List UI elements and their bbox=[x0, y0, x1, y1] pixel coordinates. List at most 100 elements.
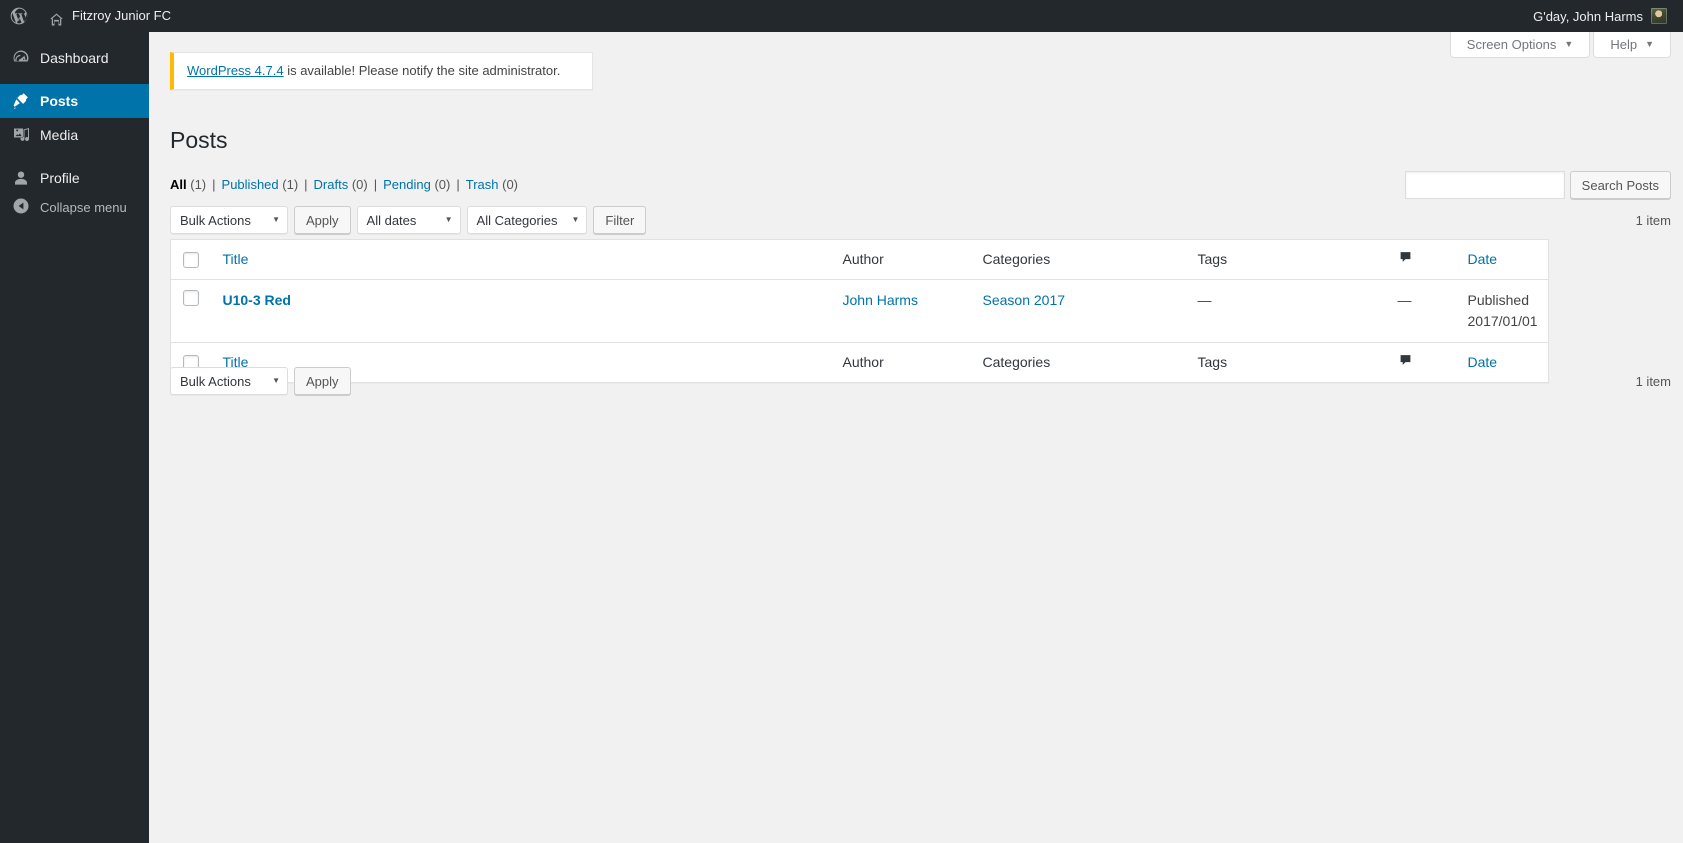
apply-button-bottom[interactable]: Apply bbox=[294, 367, 351, 395]
post-date-status: Published bbox=[1467, 292, 1530, 308]
post-author-link[interactable]: John Harms bbox=[843, 292, 918, 308]
view-all[interactable]: All (1) bbox=[170, 175, 206, 195]
admin-bar-left: Fitzroy Junior FC bbox=[0, 0, 180, 32]
chevron-down-icon: ▼ bbox=[444, 215, 453, 224]
screen-options-tab[interactable]: Screen Options ▼ bbox=[1449, 32, 1591, 58]
posts-table: Title Author Categories Tags Date U10-3 … bbox=[170, 239, 1549, 383]
avatar bbox=[1651, 8, 1667, 24]
view-separator: | bbox=[304, 177, 308, 192]
category-filter-label: All Categories bbox=[476, 212, 558, 228]
posts-table-head: Title Author Categories Tags Date bbox=[170, 239, 1549, 280]
chevron-down-icon: ▼ bbox=[571, 215, 580, 224]
column-header-tags: Tags bbox=[1187, 239, 1388, 280]
view-published-count: (1) bbox=[282, 177, 299, 192]
sidebar-item-dashboard[interactable]: Dashboard bbox=[0, 41, 149, 75]
column-header-categories: Categories bbox=[972, 239, 1188, 280]
admin-bar-right: G'day, John Harms bbox=[1527, 0, 1683, 32]
sidebar-spacer-top bbox=[0, 32, 149, 41]
column-header-comments bbox=[1387, 239, 1458, 280]
media-icon bbox=[11, 125, 31, 145]
screen-options-label: Screen Options bbox=[1466, 37, 1557, 52]
post-date-value: 2017/01/01 bbox=[1467, 313, 1538, 329]
collapse-arrow-icon bbox=[11, 196, 31, 219]
page-title: Posts bbox=[170, 127, 228, 153]
table-nav-top: Bulk Actions ▼ Apply All dates ▼ All Cat… bbox=[170, 205, 1671, 235]
column-header-title[interactable]: Title bbox=[212, 239, 833, 280]
comment-bubble-icon bbox=[1398, 352, 1413, 366]
apply-button-top[interactable]: Apply bbox=[294, 206, 351, 234]
sidebar-item-label: Dashboard bbox=[40, 50, 109, 66]
view-trash-label[interactable]: Trash bbox=[466, 177, 499, 192]
chevron-down-icon: ▼ bbox=[272, 376, 280, 385]
view-published-label[interactable]: Published bbox=[222, 177, 279, 192]
column-header-date[interactable]: Date bbox=[1457, 239, 1549, 280]
site-name-label: Fitzroy Junior FC bbox=[72, 8, 171, 23]
view-separator: | bbox=[456, 177, 460, 192]
select-all-header bbox=[170, 239, 213, 280]
view-all-count: (1) bbox=[190, 177, 207, 192]
sort-title-link[interactable]: Title bbox=[223, 251, 249, 267]
view-published[interactable]: Published (1) bbox=[222, 175, 299, 195]
main-content: Screen Options ▼ Help ▼ WordPress 4.7.4 … bbox=[149, 32, 1683, 843]
chevron-down-icon: ▼ bbox=[1645, 39, 1654, 49]
site-name-link[interactable]: Fitzroy Junior FC bbox=[39, 0, 180, 32]
posts-table-body: U10-3 Red John Harms Season 2017 — — Pub… bbox=[171, 280, 1549, 343]
screen-meta-links: Screen Options ▼ Help ▼ bbox=[1447, 32, 1671, 58]
notice-rest-text: is available! Please notify the site adm… bbox=[283, 63, 561, 79]
dashboard-icon bbox=[11, 48, 31, 68]
sidebar-item-label: Posts bbox=[40, 93, 79, 109]
search-posts-button[interactable]: Search Posts bbox=[1569, 171, 1671, 199]
view-drafts-label[interactable]: Drafts bbox=[314, 177, 349, 192]
post-category-link[interactable]: Season 2017 bbox=[983, 292, 1066, 308]
sidebar-item-media[interactable]: Media bbox=[0, 118, 149, 152]
view-drafts[interactable]: Drafts (0) bbox=[314, 175, 368, 195]
view-pending[interactable]: Pending (0) bbox=[383, 175, 450, 195]
view-pending-label[interactable]: Pending bbox=[383, 177, 431, 192]
post-status-filter-links: All (1) | Published (1) | Drafts (0) | P… bbox=[170, 175, 518, 195]
account-menu[interactable]: G'day, John Harms bbox=[1527, 8, 1673, 24]
collapse-menu-label: Collapse menu bbox=[40, 199, 127, 215]
row-select-cell bbox=[171, 280, 213, 343]
chevron-down-icon: ▼ bbox=[272, 215, 280, 224]
bulk-actions-label: Bulk Actions bbox=[180, 212, 251, 228]
search-input[interactable] bbox=[1404, 171, 1565, 199]
comment-bubble-icon bbox=[1398, 249, 1413, 263]
row-checkbox[interactable] bbox=[183, 290, 199, 306]
bulk-actions-select-top[interactable]: Bulk Actions ▼ bbox=[170, 206, 288, 234]
collapse-menu-button[interactable]: Collapse menu bbox=[0, 190, 127, 224]
bulk-actions-select-bottom[interactable]: Bulk Actions ▼ bbox=[170, 367, 288, 395]
row-author-cell: John Harms bbox=[833, 280, 973, 343]
date-filter-label: All dates bbox=[366, 212, 417, 228]
row-comments-cell: — bbox=[1397, 292, 1412, 308]
row-title-cell: U10-3 Red bbox=[213, 280, 833, 343]
row-tags-cell: — bbox=[1197, 292, 1212, 308]
wordpress-update-link[interactable]: WordPress 4.7.4 bbox=[187, 63, 284, 78]
greeting-label: G'day, John Harms bbox=[1533, 8, 1643, 24]
view-separator: | bbox=[212, 177, 216, 192]
help-tab[interactable]: Help ▼ bbox=[1593, 32, 1671, 58]
date-filter-select[interactable]: All dates ▼ bbox=[356, 206, 461, 234]
category-filter-select[interactable]: All Categories ▼ bbox=[466, 206, 588, 234]
filter-button[interactable]: Filter bbox=[593, 206, 647, 234]
table-header-row: Title Author Categories Tags Date bbox=[170, 239, 1549, 280]
row-categories-cell: Season 2017 bbox=[973, 280, 1188, 343]
column-header-author: Author bbox=[832, 239, 973, 280]
sidebar-item-label: Media bbox=[40, 127, 79, 143]
view-all-label: All bbox=[170, 177, 187, 192]
sort-date-link[interactable]: Date bbox=[1468, 251, 1498, 267]
wordpress-logo-icon bbox=[9, 6, 29, 26]
admin-sidebar: Dashboard Posts Media Profile Collapse m… bbox=[0, 32, 157, 843]
item-count-top: 1 item bbox=[1635, 212, 1671, 228]
sidebar-item-label: Profile bbox=[40, 170, 80, 186]
view-trash[interactable]: Trash (0) bbox=[466, 175, 518, 195]
item-count-bottom: 1 item bbox=[1635, 373, 1671, 389]
view-drafts-count: (0) bbox=[351, 177, 368, 192]
search-box: Search Posts bbox=[1404, 171, 1671, 199]
post-title-link[interactable]: U10-3 Red bbox=[223, 292, 291, 308]
sidebar-item-posts[interactable]: Posts bbox=[0, 84, 157, 118]
bulk-actions-label: Bulk Actions bbox=[180, 373, 251, 389]
wordpress-logo-button[interactable] bbox=[0, 0, 39, 32]
select-all-checkbox[interactable] bbox=[183, 251, 199, 268]
pin-icon bbox=[11, 91, 31, 111]
